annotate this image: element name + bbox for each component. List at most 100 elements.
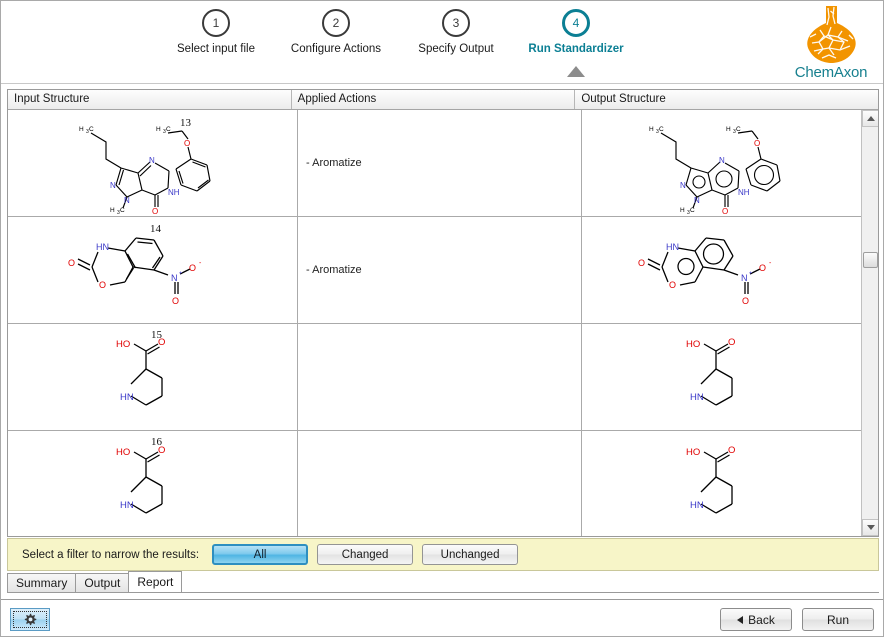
cell-input-structure: 13 <box>8 110 298 216</box>
cell-applied-actions <box>298 324 582 430</box>
svg-text:O: O <box>754 139 760 148</box>
svg-text:HN: HN <box>690 500 704 511</box>
scrollbar-thumb[interactable] <box>863 252 878 268</box>
tab-summary[interactable]: Summary <box>7 573 76 592</box>
svg-text:H: H <box>156 126 161 133</box>
table-header-row: Input Structure Applied Actions Output S… <box>8 90 878 110</box>
svg-text:C: C <box>690 207 695 214</box>
svg-text:C: C <box>659 126 664 133</box>
svg-text:+: + <box>179 271 183 277</box>
column-header-input-structure[interactable]: Input Structure <box>8 90 292 109</box>
cell-applied-actions: - Aromatize <box>298 217 582 323</box>
svg-text:HN: HN <box>96 242 109 252</box>
svg-text:H: H <box>110 207 115 214</box>
cell-output-structure: N N N NH O O H3C H3C <box>582 110 863 216</box>
applied-action-text: - Aromatize <box>306 157 362 169</box>
bottom-tabs: Summary Output Report <box>7 573 879 593</box>
step-3-number: 3 <box>453 16 460 30</box>
cell-output-structure: HO O HN <box>582 431 863 537</box>
filter-unchanged-button[interactable]: Unchanged <box>422 544 518 565</box>
svg-text:HO: HO <box>116 447 130 458</box>
wizard-step-2[interactable]: 2 Configure Actions <box>276 9 396 55</box>
molecule-output-15: HO O HN <box>582 324 863 430</box>
table-row[interactable]: 15 <box>8 324 879 431</box>
svg-text:C: C <box>89 126 94 133</box>
table-row[interactable]: 14 <box>8 217 879 324</box>
wizard-step-1[interactable]: 1 Select input file <box>156 9 276 55</box>
svg-text:O: O <box>68 258 75 268</box>
triangle-up-icon <box>867 116 875 121</box>
molecule-output-13: N N N NH O O H3C H3C <box>582 110 863 216</box>
svg-text:H: H <box>649 126 654 133</box>
svg-text:O: O <box>99 280 106 290</box>
svg-text:H: H <box>680 207 685 214</box>
column-header-output-structure[interactable]: Output Structure <box>575 90 858 109</box>
standardizer-window: 1 Select input file 2 Configure Actions … <box>0 0 884 637</box>
settings-button[interactable] <box>10 608 50 631</box>
step-2-label: Configure Actions <box>276 43 396 55</box>
table-body: 13 <box>8 110 879 537</box>
svg-text:O: O <box>189 263 196 273</box>
wizard-step-3[interactable]: 3 Specify Output <box>396 9 516 55</box>
filter-label: Select a filter to narrow the results: <box>22 549 199 561</box>
run-button-label: Run <box>827 613 849 627</box>
flask-icon <box>800 5 862 65</box>
svg-text:O: O <box>759 263 766 273</box>
svg-text:NH: NH <box>738 188 750 197</box>
wizard-step-4[interactable]: 4 Run Standardizer <box>516 9 636 55</box>
svg-text:-: - <box>199 260 202 267</box>
svg-text:O: O <box>158 337 165 348</box>
step-1-number: 1 <box>213 16 220 30</box>
chemaxon-logo: ChemAxon <box>785 5 877 83</box>
table-header-corner <box>858 90 878 109</box>
svg-text:H: H <box>726 126 731 133</box>
wizard-header: 1 Select input file 2 Configure Actions … <box>1 1 883 84</box>
svg-text:O: O <box>742 296 749 306</box>
scroll-up-button[interactable] <box>862 110 879 127</box>
molecule-output-14: HN N + O O O O - <box>582 217 863 323</box>
column-header-applied-actions[interactable]: Applied Actions <box>292 90 576 109</box>
svg-text:O: O <box>158 445 165 456</box>
step-1-circle: 1 <box>202 9 230 37</box>
step-1-label: Select input file <box>156 43 276 55</box>
svg-text:N: N <box>694 196 700 205</box>
step-4-label: Run Standardizer <box>516 43 636 55</box>
svg-text:HN: HN <box>690 392 704 403</box>
svg-text:O: O <box>669 280 676 290</box>
svg-text:+: + <box>749 271 753 277</box>
molecule-output-16: HO O HN <box>582 431 863 537</box>
cell-input-structure: 16 <box>8 431 298 537</box>
focus-outline <box>13 611 47 628</box>
filter-all-button[interactable]: All <box>212 544 308 565</box>
svg-text:N: N <box>719 156 725 165</box>
tab-output[interactable]: Output <box>75 573 129 592</box>
svg-text:O: O <box>728 445 735 456</box>
molecule-input-14: HN N + O O O O - <box>8 217 297 323</box>
svg-text:H: H <box>79 126 84 133</box>
svg-text:HO: HO <box>116 339 130 350</box>
cell-input-structure: 14 <box>8 217 298 323</box>
triangle-left-icon <box>737 616 743 624</box>
svg-text:O: O <box>728 337 735 348</box>
step-3-label: Specify Output <box>396 43 516 55</box>
svg-text:O: O <box>184 139 190 148</box>
back-button[interactable]: Back <box>720 608 792 631</box>
filter-bar: Select a filter to narrow the results: A… <box>7 538 879 571</box>
svg-text:HO: HO <box>686 339 700 350</box>
run-button[interactable]: Run <box>802 608 874 631</box>
scroll-down-button[interactable] <box>862 519 879 536</box>
cell-input-structure: 15 <box>8 324 298 430</box>
table-vertical-scrollbar[interactable] <box>861 110 878 536</box>
tab-report[interactable]: Report <box>128 571 182 592</box>
svg-text:N: N <box>171 273 178 283</box>
svg-text:N: N <box>110 181 116 190</box>
svg-text:HN: HN <box>120 392 134 403</box>
svg-text:O: O <box>172 296 179 306</box>
table-row[interactable]: 13 <box>8 110 879 217</box>
step-3-circle: 3 <box>442 9 470 37</box>
svg-text:O: O <box>638 258 645 268</box>
table-row[interactable]: 16 <box>8 431 879 537</box>
filter-changed-button[interactable]: Changed <box>317 544 413 565</box>
applied-action-text: - Aromatize <box>306 264 362 276</box>
cell-output-structure: HN N + O O O O - <box>582 217 863 323</box>
